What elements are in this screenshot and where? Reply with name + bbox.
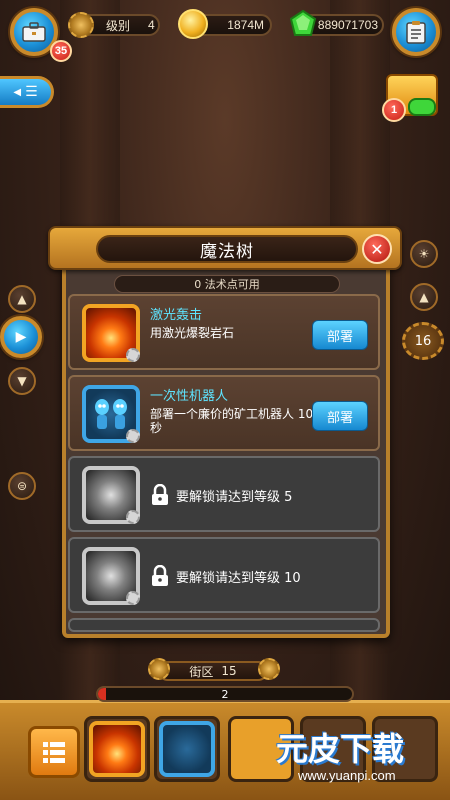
drill-depth-icon[interactable]: ⊜ bbox=[8, 472, 36, 500]
sun-icon[interactable]: ☀ bbox=[410, 240, 438, 268]
upgrade-gear-icon bbox=[126, 591, 140, 605]
laser-skill-icon bbox=[82, 304, 140, 362]
gems-value: 889071703 bbox=[317, 18, 378, 32]
close-button[interactable]: ✕ bbox=[362, 234, 392, 264]
missions-button[interactable] bbox=[392, 8, 440, 56]
clipboard-icon bbox=[406, 21, 426, 44]
skill-name: 一次性机器人 bbox=[150, 389, 229, 404]
locked-skill-card-1: 要解锁请达到等级 5 bbox=[68, 456, 380, 532]
gold-value: 1874M bbox=[227, 18, 264, 32]
robot-quick-slot[interactable] bbox=[154, 716, 220, 782]
robot-skill-icon bbox=[159, 721, 215, 777]
robot-skill-icon bbox=[82, 385, 140, 443]
menu-lines-icon: ☰ bbox=[25, 84, 38, 100]
upgrade-gear-icon bbox=[126, 510, 140, 524]
district-value: 15 bbox=[221, 664, 237, 678]
scroll-up-left-button[interactable]: ▲ bbox=[8, 285, 36, 313]
close-icon: ✕ bbox=[370, 239, 384, 259]
scroll-up-right-button[interactable]: ▲ bbox=[410, 283, 438, 311]
district-indicator: 街区 15 bbox=[158, 661, 268, 681]
laser-quick-slot[interactable] bbox=[84, 716, 150, 782]
watermark: 元皮下载 www.yuanpi.com bbox=[276, 724, 446, 794]
district-gear-right-icon bbox=[258, 658, 280, 680]
depth-progress-bar: 2 bbox=[96, 686, 354, 702]
menu-grid-button[interactable] bbox=[28, 726, 80, 778]
deploy-robot-button[interactable]: 部署 bbox=[312, 401, 368, 431]
locked-skill-card-2: 要解锁请达到等级 10 bbox=[68, 537, 380, 613]
upgrade-gear-icon bbox=[126, 429, 140, 443]
level-label: 级别 bbox=[106, 18, 131, 33]
locked-skill-icon bbox=[82, 547, 140, 605]
gem-icon bbox=[289, 9, 317, 36]
district-label: 街区 bbox=[189, 664, 214, 679]
skill-desc: 用激光爆裂岩石 bbox=[150, 326, 235, 340]
upgrade-gear-icon bbox=[126, 348, 140, 362]
skill-desc: 部署一个廉价的矿工机器人 10秒 bbox=[150, 407, 314, 435]
play-button[interactable]: ▶ bbox=[0, 316, 42, 358]
level-gear-icon bbox=[68, 12, 94, 38]
scroll-down-left-button[interactable]: ▼ bbox=[8, 367, 36, 395]
skill-card-laser: 激光轰击 用激光爆裂岩石 部署 bbox=[68, 294, 380, 370]
gold-coin-icon bbox=[178, 9, 208, 39]
level-value: 4 bbox=[148, 18, 155, 32]
skill-name: 激光轰击 bbox=[150, 308, 203, 323]
back-arrow-icon: ◀ bbox=[13, 86, 22, 98]
treasure-gem-icon bbox=[408, 98, 436, 116]
lock-icon bbox=[152, 565, 168, 586]
watermark-url: www.yuanpi.com bbox=[298, 768, 396, 783]
locked-skill-card-3 bbox=[68, 618, 380, 632]
back-menu-button[interactable]: ◀ ☰ bbox=[0, 76, 54, 108]
right-level-value: 16 bbox=[414, 333, 432, 349]
right-level-gear: 16 bbox=[402, 322, 444, 360]
locked-skill-icon bbox=[82, 466, 140, 524]
unlock-requirement: 要解锁请达到等级 5 bbox=[176, 490, 293, 505]
watermark-brand: 元皮下载 bbox=[276, 730, 405, 768]
spell-points-bar: 0 法术点可用 bbox=[114, 275, 340, 293]
progress-value: 2 bbox=[221, 687, 229, 701]
briefcase-icon bbox=[22, 22, 46, 42]
district-gear-left-icon bbox=[148, 658, 170, 680]
skill-card-robot: 一次性机器人 部署一个廉价的矿工机器人 10秒 部署 bbox=[68, 375, 380, 451]
dialog-title: 魔法树 bbox=[96, 235, 358, 263]
briefcase-badge: 35 bbox=[50, 40, 72, 62]
deploy-laser-button[interactable]: 部署 bbox=[312, 320, 368, 350]
treasure-badge: 1 bbox=[382, 98, 406, 122]
lock-icon bbox=[152, 484, 168, 505]
laser-skill-icon bbox=[89, 721, 145, 777]
dialog-title-bar: 魔法树 ✕ bbox=[48, 226, 402, 270]
play-icon: ▶ bbox=[15, 329, 27, 345]
unlock-requirement: 要解锁请达到等级 10 bbox=[176, 571, 301, 586]
list-icon bbox=[43, 742, 65, 763]
